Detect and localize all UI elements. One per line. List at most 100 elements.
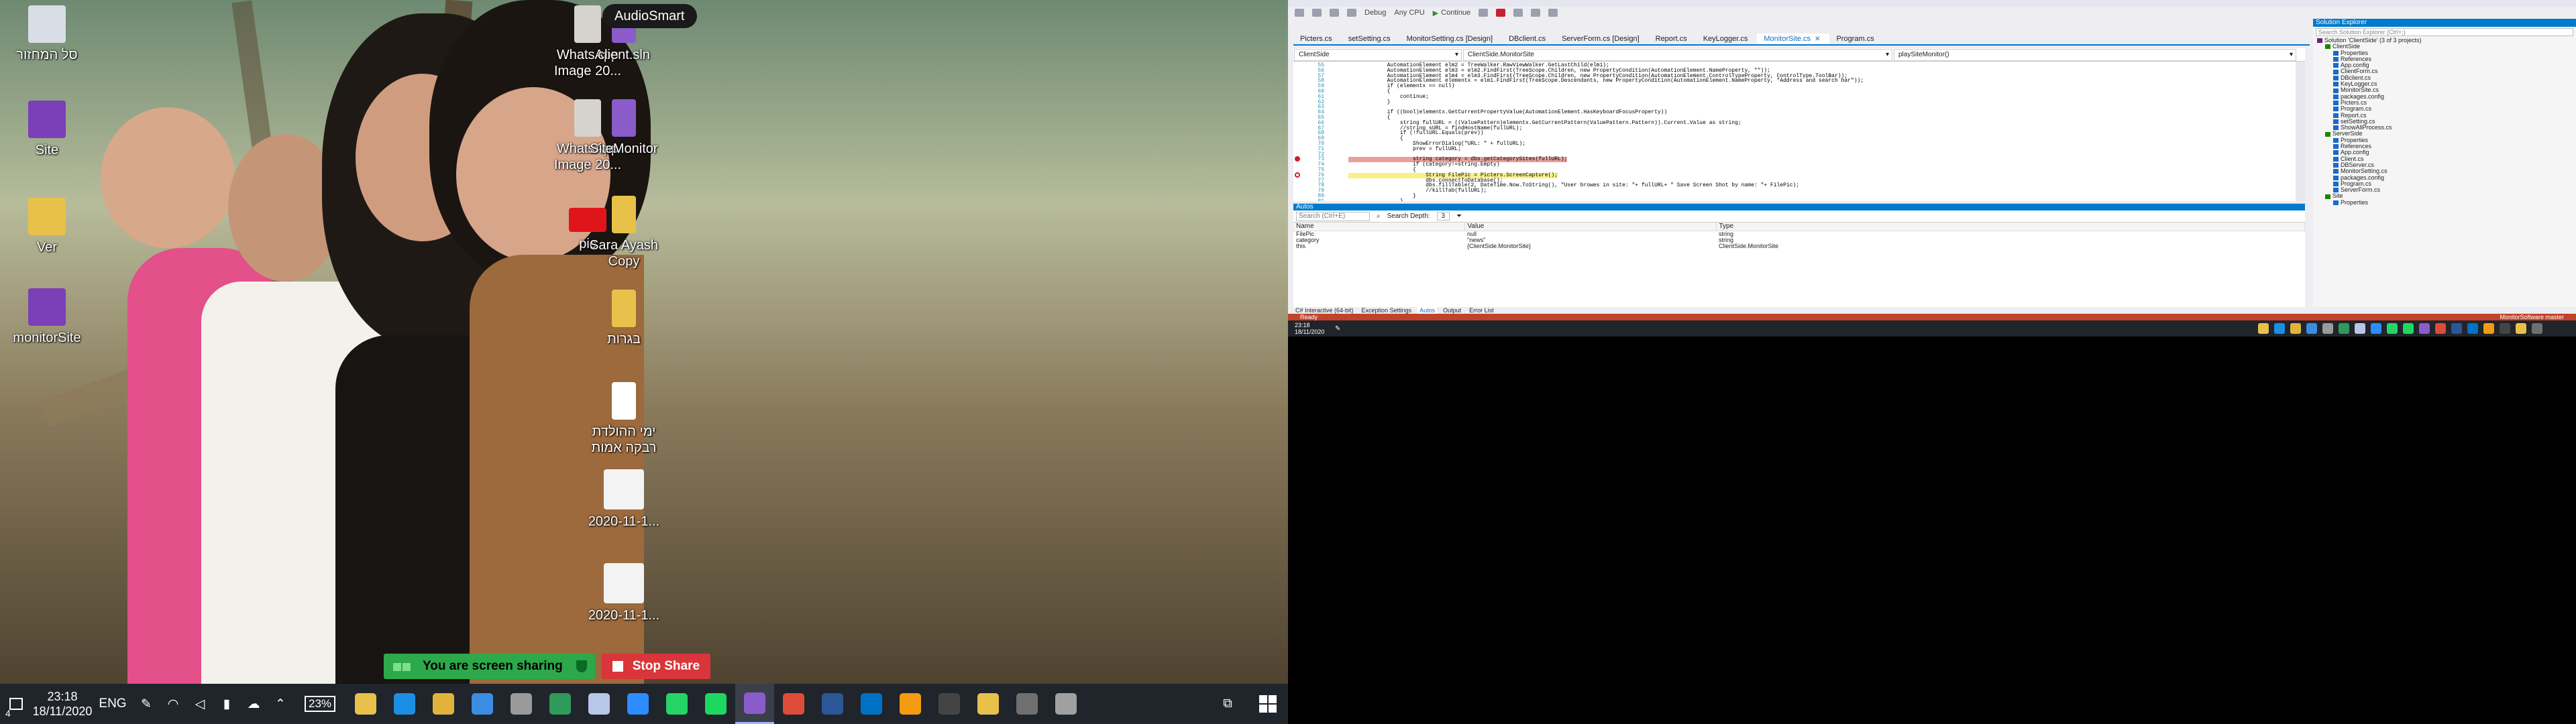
windows-start-icon[interactable] — [1248, 684, 1288, 724]
stop-share-button[interactable]: Stop Share — [601, 654, 711, 679]
step-over-icon[interactable] — [1531, 9, 1541, 17]
filter-icon[interactable]: ⏷ — [1456, 213, 1462, 220]
taskbar-app-chrome[interactable] — [424, 684, 463, 724]
taskbar-app-misc[interactable] — [1046, 684, 1085, 724]
editor-tab-serverform-cs-design[interactable]: ServerForm.cs [Design] — [1555, 34, 1649, 44]
editor-tab-picters-cs[interactable]: Picters.cs — [1293, 34, 1342, 44]
restart-icon[interactable] — [1513, 9, 1523, 17]
solution-item[interactable]: Properties — [2313, 199, 2576, 206]
word-icon[interactable] — [2451, 323, 2462, 334]
code-editor[interactable]: 55 AutomationElement elm2 = TreeWalker.R… — [1293, 62, 2305, 201]
class-dropdown[interactable]: ClientSide.MonitorSite — [1463, 49, 1892, 61]
spotify-icon[interactable] — [2403, 323, 2414, 334]
desktop-icon-sara-ayash-copy[interactable]: Sara Ayash Copy — [584, 196, 664, 269]
column-header-name[interactable]: Name — [1293, 223, 1465, 231]
chrome2-icon[interactable] — [2435, 323, 2446, 334]
taskbar-app-visual-studio[interactable] — [735, 684, 774, 724]
task-view-icon[interactable]: ⧉ — [1208, 684, 1248, 724]
editor-tab-report-cs[interactable]: Report.cs — [1649, 34, 1697, 44]
taskbar-app-whatsapp[interactable] — [657, 684, 696, 724]
volume-icon[interactable]: ◁ — [186, 684, 213, 724]
screen-sharing-status[interactable]: You are screen sharing — [384, 654, 595, 679]
taskbar-app-terminal[interactable] — [930, 684, 969, 724]
autos-row[interactable]: this {ClientSide.MonitorSite} ClientSide.M… — [1293, 243, 2305, 249]
solution-item[interactable]: ServerForm.cs — [2313, 186, 2576, 193]
green-app-icon[interactable] — [2339, 323, 2349, 334]
taskbar-app-edge[interactable] — [463, 684, 502, 724]
taskbar-app-app[interactable] — [502, 684, 541, 724]
taskbar-app-green-app[interactable] — [541, 684, 580, 724]
pen-icon[interactable]: ✎ — [133, 684, 160, 724]
autos-search-input[interactable]: Search (Ctrl+E) — [1296, 211, 1370, 221]
edge-icon[interactable] — [2306, 323, 2317, 334]
chevron-up-icon[interactable]: ⌃ — [267, 684, 294, 724]
outlook-icon[interactable] — [2467, 323, 2478, 334]
solution-explorer-search[interactable]: Search Solution Explorer (Ctrl+;) — [2316, 28, 2573, 36]
member-dropdown[interactable]: playSiteMonitor() — [1894, 49, 2296, 61]
whatsapp-icon[interactable] — [2387, 323, 2398, 334]
pen-icon[interactable]: ✎ — [1335, 325, 1348, 333]
orange-app-icon[interactable] — [2483, 323, 2494, 334]
desktop-icon-screenshot-1[interactable]: 2020-11-1... — [584, 469, 664, 530]
bottom-tab-output[interactable]: Output — [1441, 307, 1463, 314]
save-icon[interactable] — [1330, 9, 1339, 17]
zoom-icon[interactable] — [2371, 323, 2381, 334]
back-icon[interactable] — [1295, 9, 1304, 17]
desktop-icon-recycle-bin[interactable]: סל המחזור — [7, 5, 87, 63]
step-into-icon[interactable] — [1548, 9, 1558, 17]
pause-icon[interactable] — [1479, 9, 1489, 17]
taskbar-app-outlook[interactable] — [852, 684, 891, 724]
status-branch[interactable]: MonitorSoftware master — [2500, 314, 2564, 320]
editor-tab-setsetting-cs[interactable]: setSetting.cs — [1342, 34, 1400, 44]
skype-icon[interactable] — [2274, 323, 2285, 334]
autos-row[interactable]: category "news" string — [1293, 237, 2305, 243]
taskbar-app-skype[interactable] — [385, 684, 424, 724]
code-line[interactable]: prev = fullURL; — [1348, 146, 1461, 152]
project-dropdown[interactable]: ClientSide — [1294, 49, 1462, 61]
audiosmart-badge[interactable]: AudioSmart — [602, 4, 697, 28]
editor-tab-monitorsetting-cs-design[interactable]: MonitorSetting.cs [Design] — [1400, 34, 1502, 44]
taskbar-app-zoom[interactable] — [619, 684, 657, 724]
editor-tab-program-cs[interactable]: Program.cs — [1829, 34, 1883, 44]
close-tab-icon[interactable]: ✕ — [1815, 36, 1820, 43]
bottom-tab-error-list[interactable]: Error List — [1467, 307, 1496, 314]
file-explorer-icon[interactable] — [2258, 323, 2269, 334]
taskbar-app-calculator[interactable] — [1008, 684, 1046, 724]
undo-icon[interactable] — [1347, 9, 1356, 17]
taskbar-app-dock[interactable] — [580, 684, 619, 724]
column-header-type[interactable]: Type — [1716, 223, 2305, 231]
taskbar-app-explorer[interactable] — [969, 684, 1008, 724]
cloud-icon[interactable]: ☁ — [240, 684, 267, 724]
wifi-icon[interactable]: ◠ — [160, 684, 186, 724]
right-taskbar-clock[interactable]: 23:18 18/11/2020 — [1295, 322, 1335, 335]
code-line[interactable]: if ((bool)elementx.GetCurrentPropertyVal… — [1348, 110, 1668, 115]
code-line[interactable]: } — [1348, 198, 1403, 201]
current-statement-breakpoint-icon[interactable] — [1295, 172, 1300, 178]
desktop-icon-birthday[interactable]: ימי ההולדת רבקה אמות — [584, 382, 664, 456]
platform-dropdown[interactable]: Any CPU — [1394, 9, 1424, 17]
battery-indicator[interactable]: 23% — [294, 684, 346, 724]
desktop-icon-bagrut[interactable]: בגרות — [584, 290, 664, 347]
desktop-icon-monitorsite[interactable]: monitorSite — [7, 288, 87, 346]
editor-tab-monitorsite-cs[interactable]: MonitorSite.cs ✕ — [1757, 34, 1830, 44]
desktop-icon-sitemonitor[interactable]: SiteMonitor — [584, 99, 664, 157]
taskbar-app-spotify[interactable] — [696, 684, 735, 724]
visual-studio-icon[interactable] — [2419, 323, 2430, 334]
desktop-icon-ver[interactable]: Ver — [7, 198, 87, 255]
dock-icon[interactable] — [2355, 323, 2365, 334]
desktop-icon-site[interactable]: Site — [7, 101, 87, 158]
notification-center-button[interactable]: 4 — [0, 684, 32, 724]
column-header-value[interactable]: Value — [1464, 223, 1717, 231]
chrome-icon[interactable] — [2290, 323, 2301, 334]
debug-config-dropdown[interactable]: Debug — [1364, 9, 1386, 17]
search-icon[interactable]: ⌕ — [1377, 213, 1381, 220]
explorer-icon[interactable] — [2516, 323, 2526, 334]
desktop-icon-screenshot-2[interactable]: 2020-11-1... — [584, 563, 664, 623]
language-indicator[interactable]: ENG — [93, 684, 133, 724]
usb-icon[interactable]: ▮ — [213, 684, 240, 724]
continue-button[interactable]: ▶ Continue — [1433, 9, 1471, 17]
editor-vertical-scrollbar[interactable] — [2296, 62, 2305, 201]
forward-icon[interactable] — [1312, 9, 1322, 17]
taskbar-app-orange-app[interactable] — [891, 684, 930, 724]
bottom-tab-autos[interactable]: Autos — [1417, 307, 1438, 314]
